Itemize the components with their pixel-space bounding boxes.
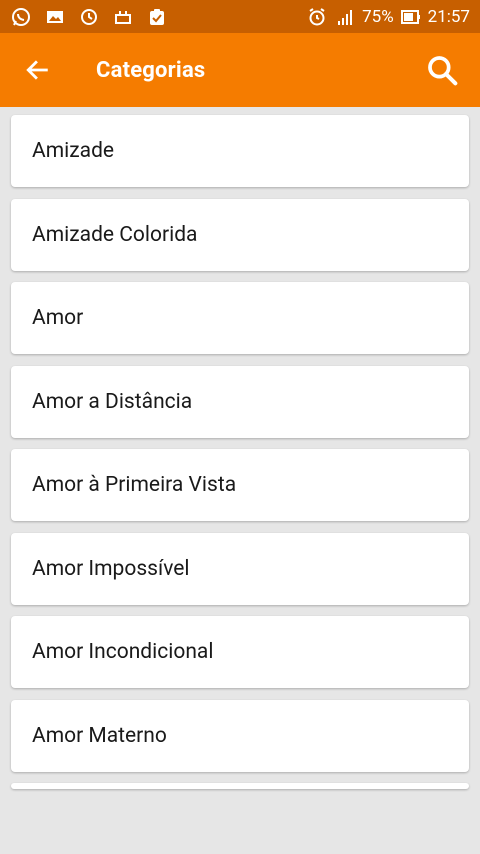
category-item-amor-a-distancia[interactable]: Amor a Distância [11, 365, 469, 438]
sync-icon [78, 6, 100, 28]
status-bar: 75% 21:57 [0, 0, 480, 33]
category-item-amor-impossivel[interactable]: Amor Impossível [11, 532, 469, 605]
category-item-amor-materno[interactable]: Amor Materno [11, 699, 469, 772]
category-item-amor[interactable]: Amor [11, 282, 469, 354]
arrow-left-icon [26, 60, 48, 80]
category-item-next-partial[interactable] [11, 783, 469, 789]
whatsapp-icon [10, 6, 32, 28]
clipboard-check-icon [146, 6, 168, 28]
back-button[interactable] [23, 55, 53, 85]
page-title: Categorias [96, 57, 206, 83]
alarm-icon [306, 6, 328, 28]
search-icon [428, 56, 458, 86]
search-button[interactable] [424, 52, 460, 88]
category-item-amor-a-primeira-vista[interactable]: Amor à Primeira Vista [11, 449, 469, 521]
gallery-icon [44, 6, 66, 28]
category-item-amizade[interactable]: Amizade [11, 115, 469, 187]
app-bar: Categorias [0, 33, 480, 107]
app-icon [112, 6, 134, 28]
battery-percent: 75% [362, 6, 394, 27]
clock: 21:57 [427, 6, 470, 27]
category-item-amizade-colorida[interactable]: Amizade Colorida [11, 198, 469, 271]
category-item-amor-incondicional[interactable]: Amor Incondicional [11, 616, 469, 688]
notification-icons [10, 6, 168, 28]
system-status: 75% 21:57 [306, 6, 470, 28]
signal-icon [334, 6, 356, 28]
category-list: Amizade Amizade Colorida Amor Amor a Dis… [11, 115, 469, 789]
battery-icon [400, 6, 422, 28]
